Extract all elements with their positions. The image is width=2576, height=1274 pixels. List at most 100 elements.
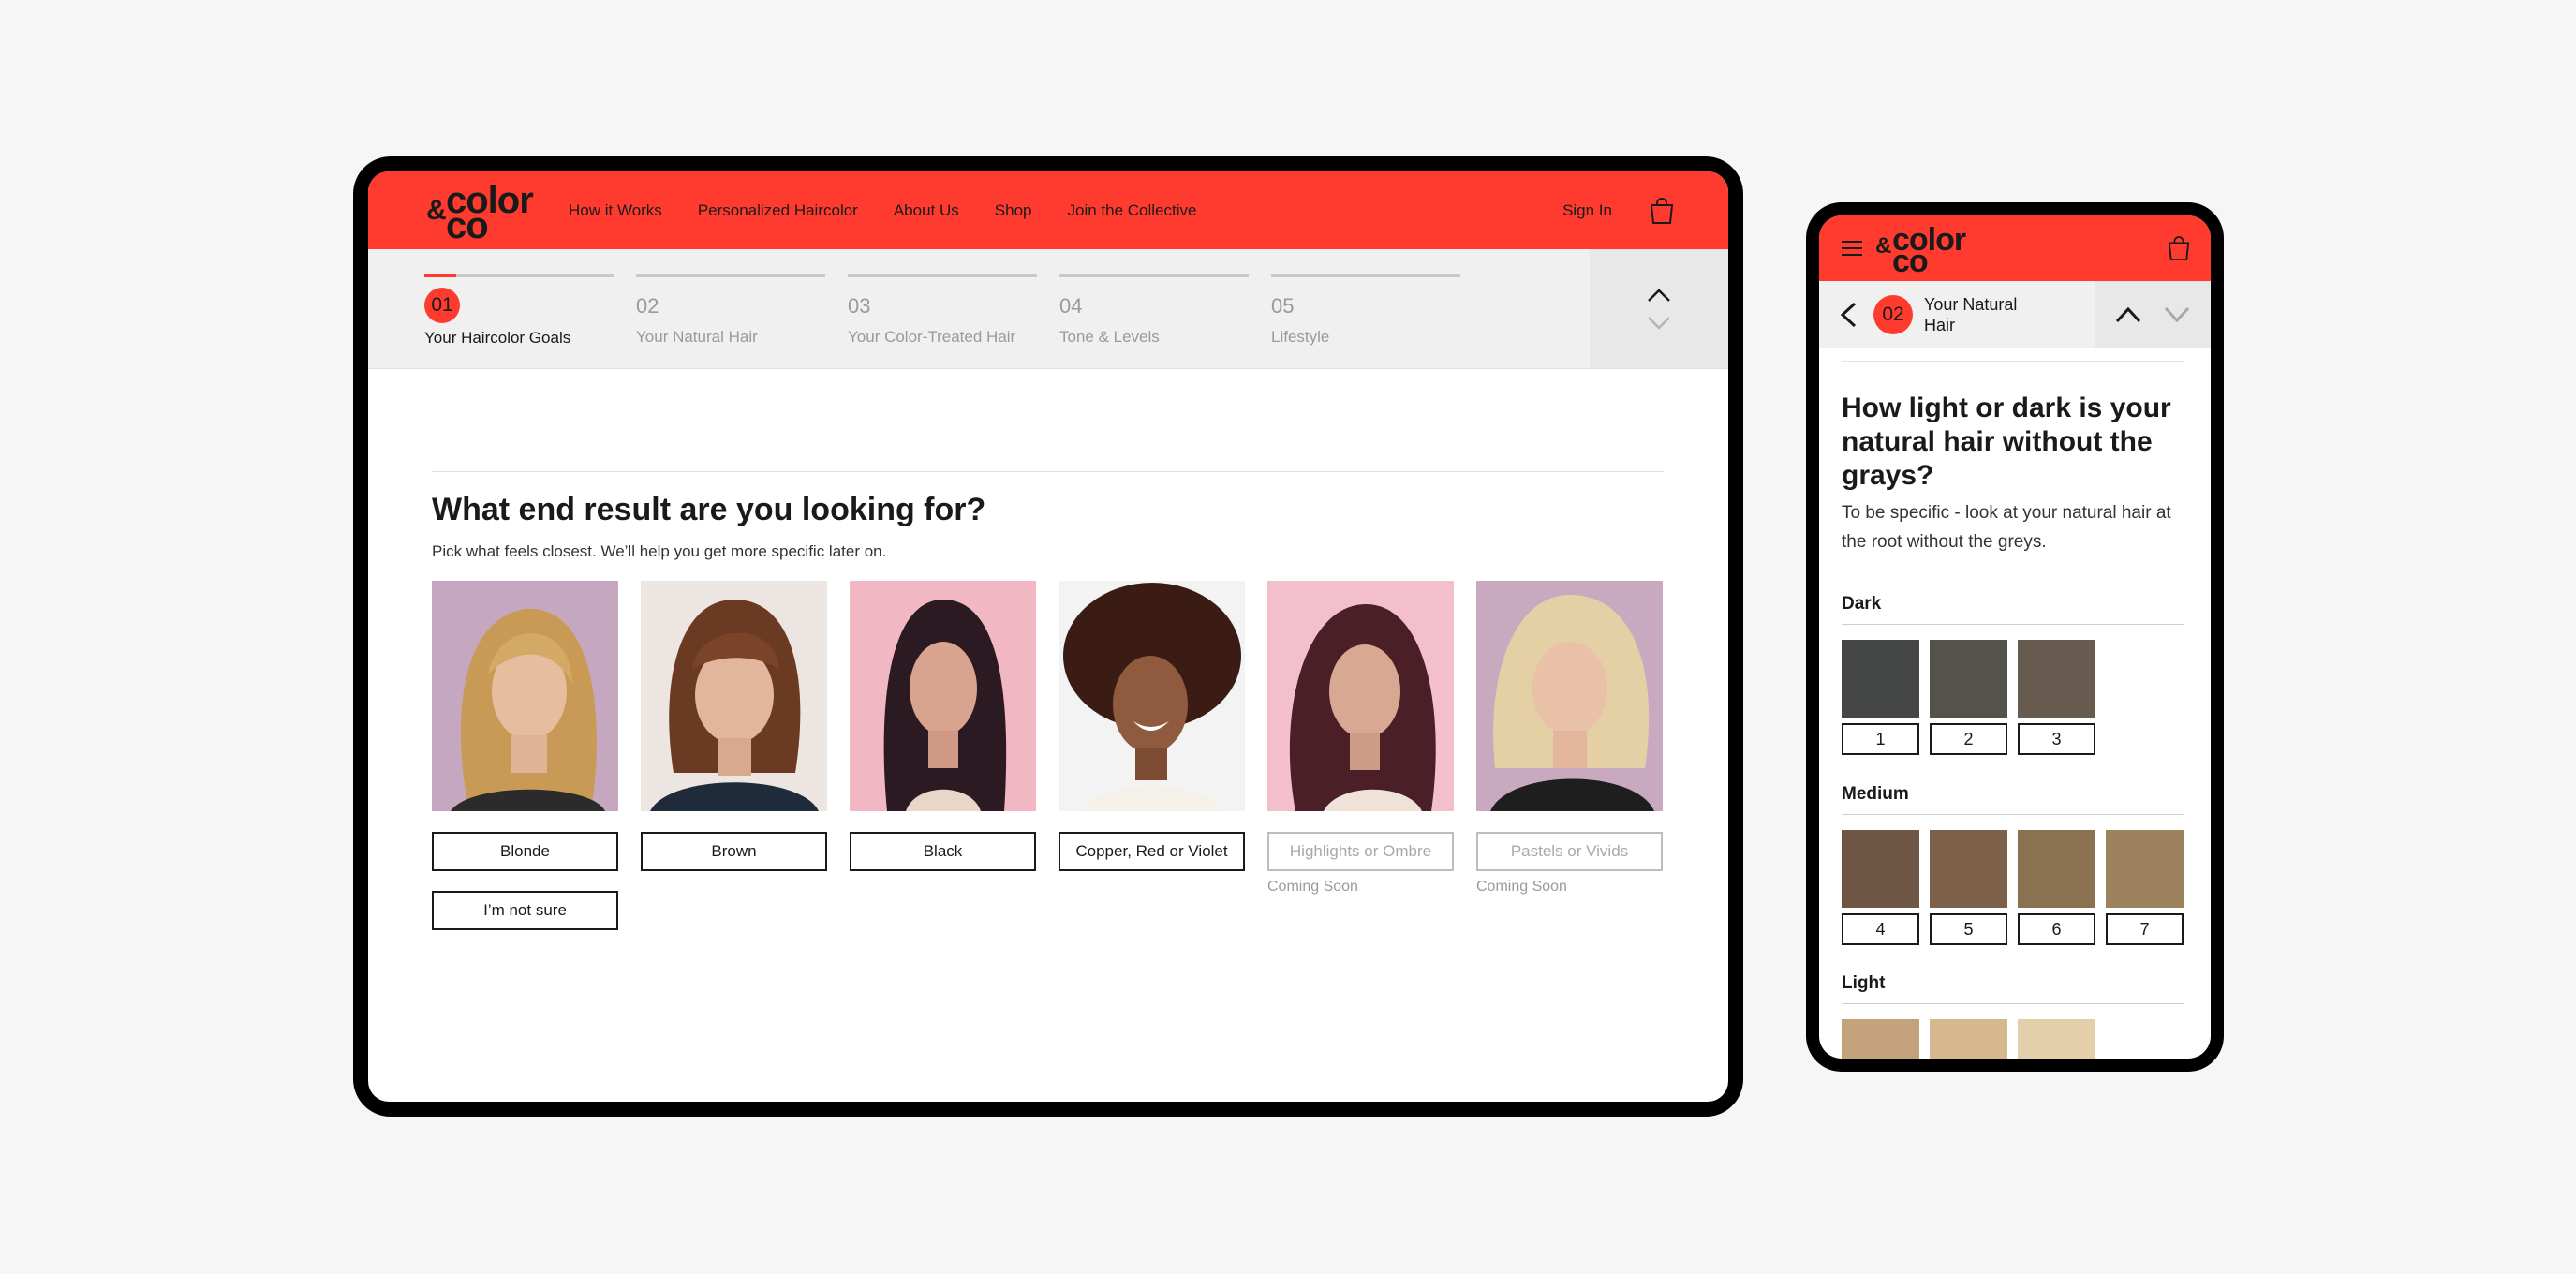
color-chip[interactable]	[1842, 640, 1919, 718]
step-label: Your Natural Hair	[636, 328, 758, 346]
model-photo-pastels	[1476, 581, 1663, 811]
color-chip[interactable]	[2106, 830, 2184, 908]
option-card-brown[interactable]: Brown	[641, 581, 827, 896]
question-title: What end result are you looking for?	[432, 492, 986, 527]
question-description: To be specific - look at your natural ha…	[1842, 503, 2171, 552]
swatch-number-button[interactable]: 4	[1842, 913, 1919, 945]
step-number: 01	[424, 288, 460, 323]
nav-link-personalized-haircolor[interactable]: Personalized Haircolor	[698, 201, 858, 220]
back-arrow-icon[interactable]	[1838, 301, 1858, 329]
swatch-5[interactable]: 5	[1930, 830, 2007, 945]
option-card-highlights: Highlights or Ombre Coming Soon	[1267, 581, 1454, 896]
model-photo-black	[850, 581, 1036, 811]
swatch-2[interactable]: 2	[1930, 640, 2007, 755]
step-label: Tone & Levels	[1059, 328, 1160, 346]
step-progress-indicator	[424, 274, 456, 277]
swatch-8[interactable]	[1842, 1019, 1919, 1059]
shopping-bag-icon[interactable]	[1650, 197, 1674, 224]
color-chip[interactable]	[1842, 830, 1919, 908]
color-chip[interactable]	[1930, 640, 2007, 718]
swatch-number-button[interactable]: 6	[2018, 913, 2095, 945]
model-photo-highlights	[1267, 581, 1454, 811]
chevron-up-icon[interactable]	[1647, 288, 1671, 303]
shopping-bag-icon[interactable]	[2168, 236, 2190, 260]
model-photo-copper	[1059, 581, 1245, 811]
swatch-6[interactable]: 6	[2018, 830, 2095, 945]
step-label: Your Natural Hair	[1924, 294, 2018, 334]
option-button-copper-red-violet[interactable]: Copper, Red or Violet	[1059, 832, 1245, 871]
divider	[432, 471, 1664, 472]
swatch-section-dark: Dark 1 2 3	[1842, 594, 2184, 755]
nav-link-join-the-collective[interactable]: Join the Collective	[1067, 201, 1196, 220]
swatch-section-medium: Medium 4 5 6 7	[1842, 784, 2184, 945]
chevron-up-icon[interactable]	[2115, 306, 2141, 323]
color-chip[interactable]	[2018, 830, 2095, 908]
swatch-3[interactable]: 3	[2018, 640, 2095, 755]
swatch-4[interactable]: 4	[1842, 830, 1919, 945]
progress-steps: 01 Your Haircolor Goals 02 Your Natural …	[368, 249, 1728, 369]
top-navigation: & color co How it Works Personalized Hai…	[368, 171, 1728, 249]
option-button-black[interactable]: Black	[850, 832, 1036, 871]
step-3[interactable]: 03 Your Color-Treated Hair	[848, 249, 1037, 368]
step-number: 02	[1873, 294, 1913, 334]
step-1[interactable]: 01 Your Haircolor Goals	[424, 249, 614, 368]
step-4[interactable]: 04 Tone & Levels	[1059, 249, 1249, 368]
chevron-down-icon[interactable]	[1647, 316, 1671, 331]
option-card-black[interactable]: Black	[850, 581, 1036, 896]
swatch-number-button[interactable]: 2	[1930, 723, 2007, 755]
question-subtitle: Pick what feels closest. We’ll help you …	[432, 542, 887, 560]
swatch-number-button[interactable]: 5	[1930, 913, 2007, 945]
color-chip[interactable]	[2018, 640, 2095, 718]
hamburger-menu-icon[interactable]	[1842, 241, 1862, 256]
chevron-down-icon[interactable]	[2164, 306, 2190, 323]
step-number: 05	[1271, 294, 1295, 318]
step-arrows	[1590, 249, 1728, 368]
option-card-blonde[interactable]: Blonde	[432, 581, 618, 896]
swatch-7[interactable]: 7	[2106, 830, 2184, 945]
swatch-9[interactable]	[1930, 1019, 2007, 1059]
not-sure-button[interactable]: I’m not sure	[432, 891, 618, 930]
brand-logo[interactable]: & color co	[1875, 224, 1969, 276]
swatch-number-button[interactable]: 3	[2018, 723, 2095, 755]
model-photo-blonde	[432, 581, 618, 811]
coming-soon-label: Coming Soon	[1476, 879, 1567, 895]
nav-link-about-us[interactable]: About Us	[894, 201, 959, 220]
nav-link-shop[interactable]: Shop	[995, 201, 1032, 220]
section-heading: Medium	[1842, 784, 1909, 804]
step-2[interactable]: 02 Your Natural Hair	[636, 249, 825, 368]
divider	[1842, 361, 2184, 362]
option-card-pastels: Pastels or Vivids Coming Soon	[1476, 581, 1663, 896]
step-label: Lifestyle	[1271, 328, 1330, 346]
mobile-step-bar: 02 Your Natural Hair	[1819, 281, 2211, 348]
color-chip[interactable]	[1842, 1019, 1919, 1059]
coming-soon-label: Coming Soon	[1267, 879, 1358, 895]
nav-actions: Sign In	[1562, 197, 1674, 224]
brand-logo[interactable]: & color co	[426, 181, 548, 244]
nav-link-how-it-works[interactable]: How it Works	[569, 201, 662, 220]
step-label: Your Color-Treated Hair	[848, 328, 1016, 346]
section-heading: Dark	[1842, 594, 1882, 614]
hair-options: Blonde Brown Black Copper, Red or Violet…	[432, 581, 1663, 896]
step-label: Your Haircolor Goals	[424, 329, 571, 347]
color-chip[interactable]	[1930, 830, 2007, 908]
option-button-blonde[interactable]: Blonde	[432, 832, 618, 871]
swatch-number-button[interactable]: 1	[1842, 723, 1919, 755]
mobile-navigation: & color co	[1819, 215, 2211, 281]
swatch-10[interactable]	[2018, 1019, 2095, 1059]
option-button-pastels-vivids: Pastels or Vivids	[1476, 832, 1663, 871]
option-card-copper[interactable]: Copper, Red or Violet	[1059, 581, 1245, 896]
step-arrows	[2095, 281, 2211, 348]
option-button-highlights-ombre: Highlights or Ombre	[1267, 832, 1454, 871]
tablet-device: & color co How it Works Personalized Hai…	[353, 156, 1743, 1117]
color-chip[interactable]	[1930, 1019, 2007, 1059]
sign-in-link[interactable]: Sign In	[1562, 201, 1612, 220]
step-number: 02	[636, 294, 659, 318]
step-number: 03	[848, 294, 871, 318]
swatch-1[interactable]: 1	[1842, 640, 1919, 755]
step-5[interactable]: 05 Lifestyle	[1271, 249, 1460, 368]
swatch-section-light: Light	[1842, 973, 2184, 1059]
phone-screen: & color co 02 Your Natural Hair How ligh…	[1819, 215, 2211, 1059]
swatch-number-button[interactable]: 7	[2106, 913, 2184, 945]
option-button-brown[interactable]: Brown	[641, 832, 827, 871]
color-chip[interactable]	[2018, 1019, 2095, 1059]
